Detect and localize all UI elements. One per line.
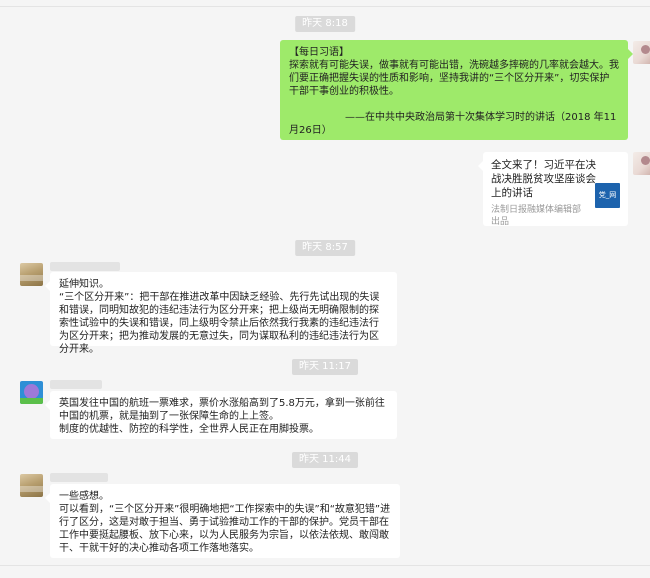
contact-avatar[interactable] [20, 474, 43, 497]
incoming-message-reflection[interactable]: 一些感想。 可以看到，“三个区分开来”很明确地把“工作探索中的失误”和“故意犯错… [45, 484, 400, 558]
link-card-thumbnail-image: 党_网 [595, 183, 620, 208]
message-line: 制度的优越性、防控的科学性，全世界人民正在用脚投票。 [59, 424, 319, 435]
quote-heading: 【每日习语】 [289, 47, 349, 58]
timestamp: 昨天 11:17 [292, 359, 358, 375]
message-body: “三个区分开来”：把干部在推进改革中因缺乏经验、先行先试出现的失误和错误，同明知… [59, 292, 380, 355]
bottom-divider [0, 565, 650, 566]
timestamp: 昨天 8:57 [295, 240, 355, 256]
outgoing-message-daily-quote[interactable]: 【每日习语】 探索就有可能失误，做事就有可能出错，洗碗越多摔碗的几率就会越大。我… [280, 40, 633, 140]
timestamp: 昨天 11:44 [292, 452, 358, 468]
sender-nickname-blurred [50, 262, 120, 271]
contact-avatar[interactable] [20, 263, 43, 286]
sender-nickname-blurred [50, 473, 108, 482]
link-card-title: 全文来了！习近平在决战决胜脱贫攻坚座谈会上的讲话 [491, 159, 596, 199]
incoming-message-extend-knowledge[interactable]: 延伸知识。 “三个区分开来”：把干部在推进改革中因缺乏经验、先行先试出现的失误和… [45, 272, 397, 355]
link-card-source: 法制日报融媒体编辑部出品 [491, 205, 582, 227]
outgoing-link-card[interactable]: 全文来了！习近平在决战决胜脱贫攻坚座谈会上的讲话 法制日报融媒体编辑部出品 党_… [478, 152, 628, 227]
message-lead: 一些感想。 [59, 491, 109, 502]
message-line: 英国发往中国的航班一票难求，票价水涨船高到了5.8万元，拿到一张前往中国的机票，… [59, 398, 385, 422]
message-body: 可以看到，“三个区分开来”很明确地把“工作探索中的失误”和“故意犯错”进行了区分… [59, 504, 391, 554]
my-avatar[interactable] [633, 152, 650, 175]
incoming-message-flight-story[interactable]: 英国发往中国的航班一票难求，票价水涨船高到了5.8万元，拿到一张前往中国的机票，… [45, 391, 397, 439]
contact-avatar[interactable] [20, 381, 43, 404]
quote-signature: ——在中共中央政治局第十次集体学习时的讲话（2018 年11月26日） [289, 112, 617, 136]
my-avatar[interactable] [633, 41, 650, 64]
timestamp: 昨天 8:18 [295, 16, 355, 32]
top-divider [0, 6, 650, 7]
sender-nickname-blurred [50, 380, 102, 389]
quote-body: 探索就有可能失误，做事就有可能出错，洗碗越多摔碗的几率就会越大。我们要正确把握失… [289, 60, 619, 97]
message-lead: 延伸知识。 [59, 279, 109, 290]
